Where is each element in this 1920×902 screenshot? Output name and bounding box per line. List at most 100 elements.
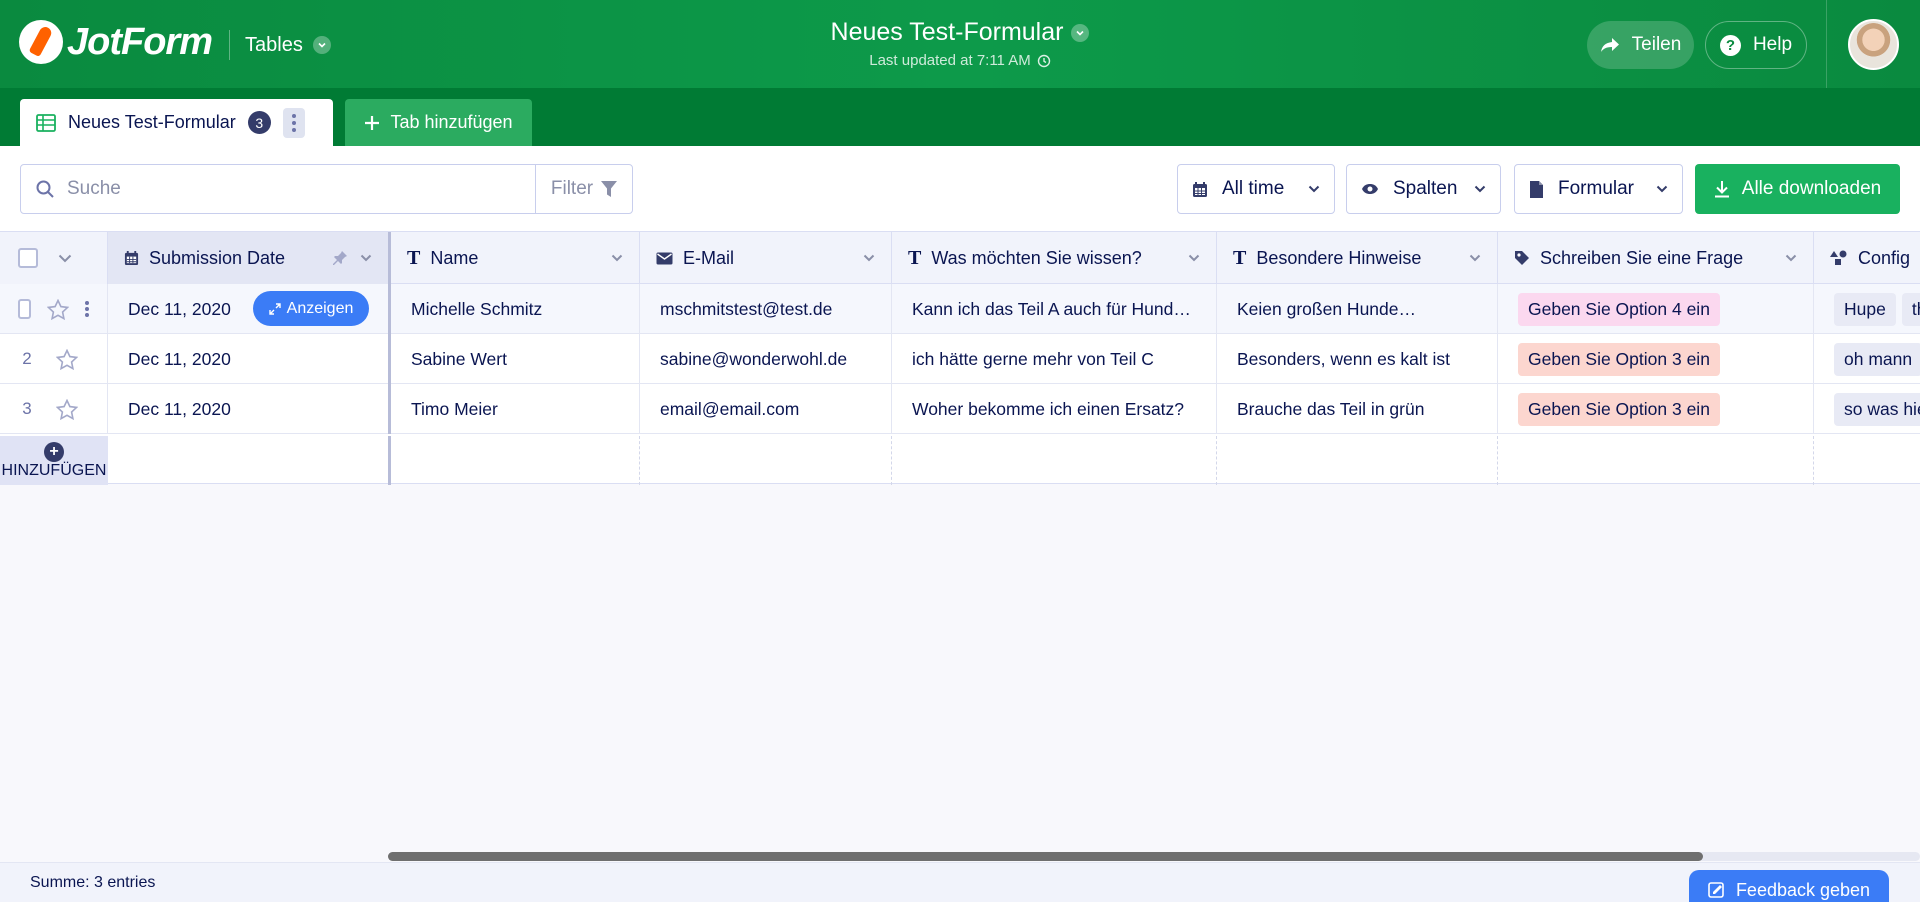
select-all-cell <box>0 232 108 284</box>
cell-name-text: Timo Meier <box>411 398 498 419</box>
date-range-dropdown[interactable]: All time <box>1177 164 1335 214</box>
cell-option[interactable]: Geben Sie Option 3 ein <box>1498 334 1814 384</box>
row-more-icon[interactable] <box>85 300 89 318</box>
app-switcher[interactable]: Tables <box>229 30 331 60</box>
chevron-down-icon[interactable] <box>360 254 372 262</box>
chevron-down-icon[interactable] <box>58 254 72 263</box>
feedback-edit-icon <box>1708 881 1726 899</box>
help-button[interactable]: ? Help <box>1705 21 1807 69</box>
column-label: Config <box>1858 247 1911 268</box>
add-tab-label: Tab hinzufügen <box>390 112 513 132</box>
chevron-down-icon[interactable] <box>863 254 875 262</box>
row-checkbox[interactable] <box>18 299 31 319</box>
cell-question[interactable]: Woher bekomme ich einen Ersatz? <box>892 384 1217 434</box>
add-row-label: HINZUFÜGEN <box>1 461 107 479</box>
chevron-down-icon <box>1308 185 1320 193</box>
header-divider <box>1826 0 1827 88</box>
cell-name[interactable]: Michelle Schmitz <box>391 284 640 334</box>
cell-config[interactable]: so was hie <box>1814 384 1920 434</box>
cell-config[interactable]: oh mann <box>1814 334 1920 384</box>
column-label: Schreiben Sie eine Frage <box>1540 247 1744 268</box>
column-header-question[interactable]: T Was möchten Sie wissen? <box>892 232 1217 284</box>
columns-dropdown[interactable]: Spalten <box>1346 164 1501 214</box>
add-tab-button[interactable]: Tab hinzufügen <box>345 99 532 146</box>
download-icon <box>1714 180 1730 198</box>
jotform-logo[interactable]: JotForm <box>19 20 213 64</box>
column-header-notes[interactable]: T Besondere Hinweise <box>1217 232 1498 284</box>
cell-email-text: sabine@wonderwohl.de <box>660 348 848 369</box>
cell-email[interactable]: sabine@wonderwohl.de <box>640 334 892 384</box>
cell-notes[interactable]: Keien großen Hunde… <box>1217 284 1498 334</box>
option-pill: Geben Sie Option 3 ein <box>1518 342 1720 376</box>
app-switcher-label: Tables <box>245 33 303 56</box>
question-icon: ? <box>1719 34 1741 56</box>
cell-notes[interactable]: Brauche das Teil in grün <box>1217 384 1498 434</box>
avatar[interactable] <box>1848 19 1899 70</box>
share-label: Teilen <box>1631 34 1682 55</box>
form-title[interactable]: Neues Test-Formular <box>831 18 1064 47</box>
row-number: 2 <box>22 349 32 368</box>
star-icon[interactable] <box>56 348 78 370</box>
tab-neues-test-formular[interactable]: Neues Test-Formular 3 <box>20 99 333 146</box>
view-submission-button[interactable]: Anzeigen <box>253 291 369 326</box>
cell-question-text: Kann ich das Teil A auch für Hund… <box>912 298 1191 319</box>
select-all-checkbox[interactable] <box>18 248 38 268</box>
chevron-down-icon <box>1656 185 1668 193</box>
cell-name-text: Sabine Wert <box>411 348 507 369</box>
cell-date[interactable]: Dec 11, 2020 <box>108 334 391 384</box>
column-header-submission-date[interactable]: Submission Date <box>108 232 391 284</box>
cell-name[interactable]: Sabine Wert <box>391 334 640 384</box>
feedback-label: Feedback geben <box>1735 879 1871 900</box>
column-header-email[interactable]: E-Mail <box>640 232 892 284</box>
cell-notes[interactable]: Besonders, wenn es kalt ist <box>1217 334 1498 384</box>
calendar-icon <box>124 250 139 266</box>
filter-label: Filter <box>550 178 594 199</box>
cell-name[interactable]: Timo Meier <box>391 384 640 434</box>
submissions-table: Submission Date T Name E-Mail T Was möch… <box>0 231 1920 485</box>
form-dropdown[interactable]: Formular <box>1514 164 1683 214</box>
cell-question[interactable]: Kann ich das Teil A auch für Hund… <box>892 284 1217 334</box>
last-updated-text: Last updated at 7:11 AM <box>869 52 1031 69</box>
cell-config[interactable]: Hupe th <box>1814 284 1920 334</box>
cell-date[interactable]: Dec 11, 2020 <box>108 384 391 434</box>
chevron-down-icon[interactable] <box>1071 23 1090 42</box>
cell-email-text: mschmitstest@test.de <box>660 298 833 319</box>
column-header-option[interactable]: Schreiben Sie eine Frage <box>1498 232 1814 284</box>
download-all-button[interactable]: Alle downloaden <box>1695 164 1900 214</box>
column-label: Was möchten Sie wissen? <box>931 247 1142 268</box>
tab-more-icon[interactable] <box>282 107 305 138</box>
expand-icon <box>268 302 281 315</box>
horizontal-scrollbar-thumb[interactable] <box>388 852 1703 861</box>
form-title-area: Neues Test-Formular Last updated at 7:11… <box>700 18 1220 69</box>
option-pill: Geben Sie Option 4 ein <box>1518 292 1720 326</box>
cell-email[interactable]: mschmitstest@test.de <box>640 284 892 334</box>
chevron-down-icon[interactable] <box>1785 254 1797 262</box>
chevron-down-icon[interactable] <box>1469 254 1481 262</box>
column-header-name[interactable]: T Name <box>391 232 640 284</box>
add-row: + HINZUFÜGEN <box>0 436 1920 485</box>
chevron-down-icon[interactable] <box>611 254 623 262</box>
column-header-config[interactable]: Config <box>1814 232 1920 284</box>
share-button[interactable]: Teilen <box>1587 21 1694 69</box>
star-icon[interactable] <box>56 398 78 420</box>
cell-notes-text: Brauche das Teil in grün <box>1237 398 1425 419</box>
cell-question-text: Woher bekomme ich einen Ersatz? <box>912 398 1185 419</box>
feedback-button[interactable]: Feedback geben <box>1689 870 1889 902</box>
document-icon <box>1529 180 1544 199</box>
table-row[interactable]: 2 Dec 11, 2020 Sabine Wert sabine@wonder… <box>0 334 1920 384</box>
chevron-down-icon[interactable] <box>1188 254 1200 262</box>
chevron-down-icon <box>312 36 331 54</box>
chevron-down-icon <box>1474 185 1486 193</box>
pin-icon[interactable] <box>332 250 348 266</box>
filter-button[interactable]: Filter <box>535 165 632 213</box>
table-row[interactable]: 3 Dec 11, 2020 Timo Meier email@email.co… <box>0 384 1920 434</box>
cell-option[interactable]: Geben Sie Option 3 ein <box>1498 384 1814 434</box>
cell-email[interactable]: email@email.com <box>640 384 892 434</box>
cell-question[interactable]: ich hätte gerne mehr von Teil C <box>892 334 1217 384</box>
add-row-button[interactable]: + HINZUFÜGEN <box>0 436 108 485</box>
star-icon[interactable] <box>47 298 69 320</box>
table-row[interactable]: Dec 11, 2020 Anzeigen Michelle Schmitz m… <box>0 284 1920 334</box>
calendar-icon <box>1192 181 1208 198</box>
search-input[interactable] <box>55 166 553 212</box>
cell-option[interactable]: Geben Sie Option 4 ein <box>1498 284 1814 334</box>
